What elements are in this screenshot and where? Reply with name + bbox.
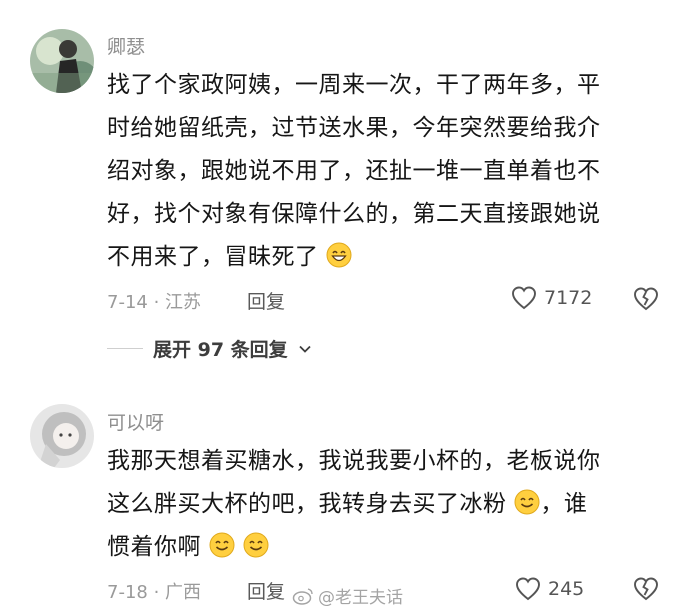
comment-line: 好，找个对象有保障什么的，第二天直接跟她说 — [107, 201, 601, 227]
comment-date-location: 7-14 · 江苏 — [107, 292, 202, 313]
comment-line: 不用来了，冒昧死了 — [107, 236, 652, 279]
grinning-face-icon — [514, 489, 540, 515]
user-avatar[interactable] — [30, 404, 94, 468]
comment-line-text: 不用来了，冒昧死了 — [107, 244, 319, 270]
like-count: 7172 — [544, 287, 593, 309]
comment-text: 我那天想着买糖水，我说我要小杯的，老板说你 这么胖买大杯的吧，我转身去买了冰粉 … — [107, 440, 652, 569]
heart-outline-icon — [516, 577, 540, 601]
like-count: 245 — [548, 578, 585, 600]
comment-line: 时给她留纸壳，过节送水果，今年突然要给我介 — [107, 115, 601, 141]
divider-line — [107, 348, 143, 349]
like-button[interactable]: 245 — [514, 575, 584, 603]
grinning-face-icon — [209, 532, 235, 558]
expand-replies-label: 展开 97 条回复 — [153, 339, 288, 361]
like-button[interactable]: 7172 — [510, 284, 592, 312]
comment-line: 找了个家政阿姨，一周来一次，干了两年多，平 — [107, 72, 601, 98]
comment-line: 我那天想着买糖水，我说我要小杯的，老板说你 — [107, 448, 601, 474]
comment-line: 这么胖买大杯的吧，我转身去买了冰粉 ，谁 — [107, 483, 652, 526]
comment-line: 绍对象，跟她说不用了，还扯一堆一直单着也不 — [107, 158, 601, 184]
broken-heart-icon[interactable] — [632, 575, 660, 603]
reply-button[interactable]: 回复 — [247, 577, 285, 604]
username[interactable]: 可以呀 — [107, 408, 164, 435]
chevron-down-icon — [299, 345, 311, 353]
comment-text: 找了个家政阿姨，一周来一次，干了两年多，平 时给她留纸壳，过节送水果，今年突然要… — [107, 64, 652, 279]
grinning-face-icon — [326, 242, 352, 268]
weibo-logo-icon — [292, 587, 313, 605]
comment-line: 惯着你啊 — [107, 526, 652, 569]
heart-outline-icon — [512, 286, 536, 310]
watermark-text: @老王夫话 — [318, 588, 403, 608]
reply-button[interactable]: 回复 — [247, 287, 285, 314]
user-avatar[interactable] — [30, 29, 94, 93]
username[interactable]: 卿瑟 — [107, 32, 145, 59]
comment-line-text: 惯着你啊 — [107, 534, 201, 560]
comment-line-text: 这么胖买大杯的吧，我转身去买了冰粉 — [107, 491, 507, 517]
broken-heart-icon[interactable] — [632, 285, 660, 313]
expand-replies-button[interactable]: 展开 97 条回复 — [107, 335, 312, 362]
grinning-face-icon — [243, 532, 269, 558]
comment-line-text: ，谁 — [540, 491, 588, 517]
comment-date-location: 7-18 · 广西 — [107, 582, 202, 603]
watermark: @老王夫话 — [292, 583, 403, 608]
